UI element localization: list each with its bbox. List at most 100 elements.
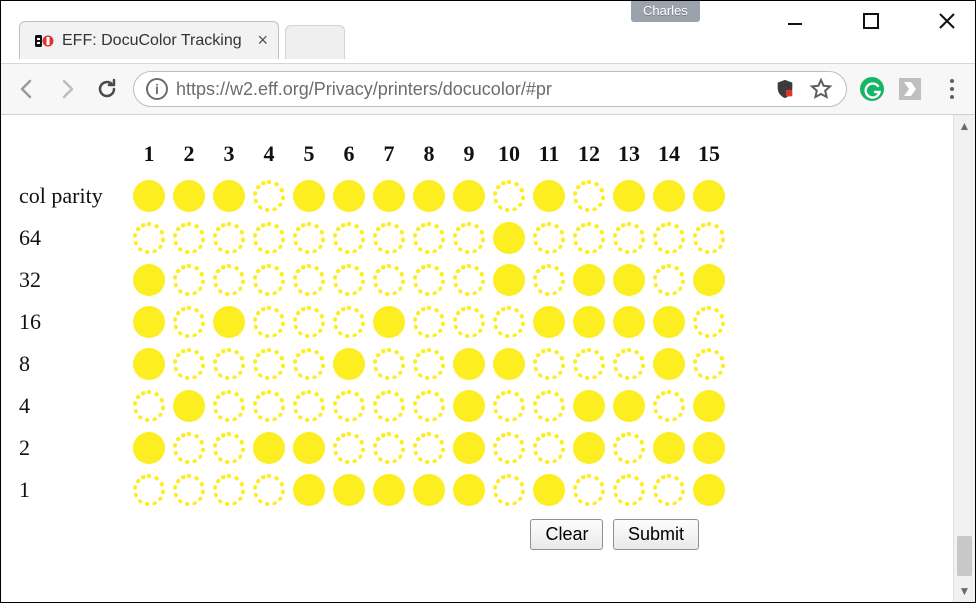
grid-cell[interactable] <box>569 343 609 385</box>
grid-cell[interactable] <box>649 385 689 427</box>
dot-on-icon[interactable] <box>293 180 325 212</box>
dot-off-icon[interactable] <box>293 306 325 338</box>
dot-off-icon[interactable] <box>413 432 445 464</box>
grid-cell[interactable] <box>689 385 729 427</box>
dot-on-icon[interactable] <box>653 432 685 464</box>
dot-off-icon[interactable] <box>653 474 685 506</box>
grid-cell[interactable] <box>289 427 329 469</box>
grid-cell[interactable] <box>369 217 409 259</box>
dot-off-icon[interactable] <box>253 306 285 338</box>
grid-cell[interactable] <box>449 469 489 511</box>
dot-off-icon[interactable] <box>693 222 725 254</box>
dot-on-icon[interactable] <box>373 180 405 212</box>
back-button[interactable] <box>13 75 41 103</box>
grid-cell[interactable] <box>249 343 289 385</box>
dot-off-icon[interactable] <box>613 474 645 506</box>
dot-on-icon[interactable] <box>613 306 645 338</box>
grid-cell[interactable] <box>329 343 369 385</box>
grid-cell[interactable] <box>289 217 329 259</box>
dot-off-icon[interactable] <box>213 474 245 506</box>
dot-off-icon[interactable] <box>173 348 205 380</box>
dot-on-icon[interactable] <box>213 306 245 338</box>
dot-on-icon[interactable] <box>653 306 685 338</box>
grid-cell[interactable] <box>649 175 689 217</box>
dot-off-icon[interactable] <box>253 222 285 254</box>
dot-on-icon[interactable] <box>333 474 365 506</box>
browser-tab-active[interactable]: EFF: DocuColor Tracking × <box>19 21 279 59</box>
close-window-button[interactable] <box>925 5 969 37</box>
address-bar[interactable]: i https://w2.eff.org/Privacy/printers/do… <box>133 71 847 107</box>
grid-cell[interactable] <box>209 427 249 469</box>
dot-on-icon[interactable] <box>333 180 365 212</box>
grid-cell[interactable] <box>489 385 529 427</box>
grid-cell[interactable] <box>169 259 209 301</box>
grid-cell[interactable] <box>169 469 209 511</box>
dot-off-icon[interactable] <box>253 264 285 296</box>
vertical-scrollbar[interactable]: ▲ ▼ <box>953 115 975 602</box>
dot-on-icon[interactable] <box>573 264 605 296</box>
grid-cell[interactable] <box>169 427 209 469</box>
grid-cell[interactable] <box>489 301 529 343</box>
grid-cell[interactable] <box>649 343 689 385</box>
grid-cell[interactable] <box>369 427 409 469</box>
grid-cell[interactable] <box>569 385 609 427</box>
grid-cell[interactable] <box>129 469 169 511</box>
dot-on-icon[interactable] <box>693 474 725 506</box>
dot-off-icon[interactable] <box>173 222 205 254</box>
dot-off-icon[interactable] <box>253 390 285 422</box>
dot-off-icon[interactable] <box>373 264 405 296</box>
dot-off-icon[interactable] <box>573 180 605 212</box>
grid-cell[interactable] <box>689 175 729 217</box>
tab-close-icon[interactable]: × <box>257 30 268 51</box>
dot-off-icon[interactable] <box>533 390 565 422</box>
grid-cell[interactable] <box>529 217 569 259</box>
dot-on-icon[interactable] <box>133 180 165 212</box>
grid-cell[interactable] <box>409 427 449 469</box>
dot-on-icon[interactable] <box>453 474 485 506</box>
grid-cell[interactable] <box>289 469 329 511</box>
new-tab-button[interactable] <box>285 25 345 59</box>
dot-off-icon[interactable] <box>173 432 205 464</box>
dot-off-icon[interactable] <box>333 432 365 464</box>
dot-off-icon[interactable] <box>413 348 445 380</box>
dot-off-icon[interactable] <box>253 180 285 212</box>
dot-off-icon[interactable] <box>213 348 245 380</box>
scroll-thumb[interactable] <box>957 536 972 576</box>
grid-cell[interactable] <box>129 427 169 469</box>
grammarly-icon[interactable] <box>859 76 885 102</box>
dot-off-icon[interactable] <box>533 432 565 464</box>
grid-cell[interactable] <box>649 469 689 511</box>
grid-cell[interactable] <box>609 469 649 511</box>
grid-cell[interactable] <box>409 175 449 217</box>
dot-on-icon[interactable] <box>653 180 685 212</box>
dot-on-icon[interactable] <box>453 432 485 464</box>
bookmark-star-icon[interactable] <box>808 76 834 102</box>
grid-cell[interactable] <box>489 217 529 259</box>
dot-on-icon[interactable] <box>613 264 645 296</box>
grid-cell[interactable] <box>329 217 369 259</box>
grid-cell[interactable] <box>489 259 529 301</box>
dot-on-icon[interactable] <box>173 390 205 422</box>
grid-cell[interactable] <box>409 259 449 301</box>
grid-cell[interactable] <box>449 343 489 385</box>
dot-on-icon[interactable] <box>413 474 445 506</box>
grid-cell[interactable] <box>249 385 289 427</box>
grid-cell[interactable] <box>689 259 729 301</box>
grid-cell[interactable] <box>169 175 209 217</box>
dot-on-icon[interactable] <box>693 432 725 464</box>
dot-off-icon[interactable] <box>173 264 205 296</box>
grid-cell[interactable] <box>529 343 569 385</box>
grid-cell[interactable] <box>409 301 449 343</box>
grid-cell[interactable] <box>449 175 489 217</box>
browser-menu-button[interactable] <box>941 79 963 99</box>
dot-off-icon[interactable] <box>333 306 365 338</box>
grid-cell[interactable] <box>249 301 289 343</box>
scroll-up-arrow-icon[interactable]: ▲ <box>954 115 975 137</box>
dot-on-icon[interactable] <box>293 474 325 506</box>
dot-on-icon[interactable] <box>133 348 165 380</box>
dot-off-icon[interactable] <box>613 222 645 254</box>
grid-cell[interactable] <box>529 427 569 469</box>
dot-off-icon[interactable] <box>373 222 405 254</box>
grid-cell[interactable] <box>409 385 449 427</box>
grid-cell[interactable] <box>329 385 369 427</box>
